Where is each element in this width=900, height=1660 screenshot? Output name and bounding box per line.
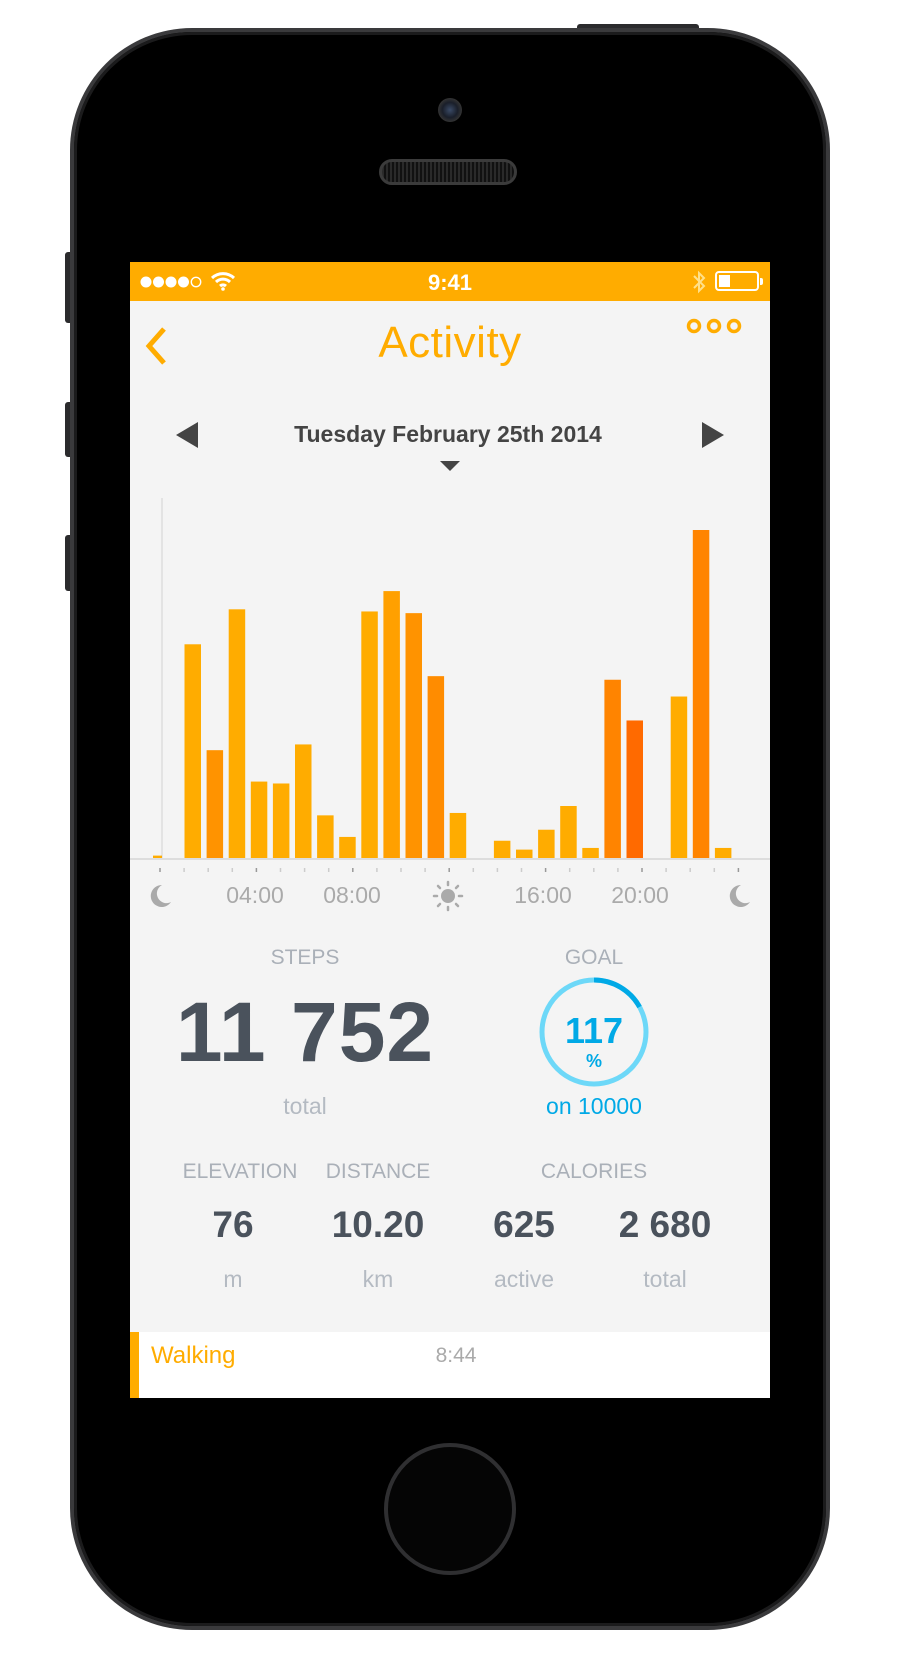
wifi-icon (210, 272, 236, 291)
chart-bar[interactable] (582, 847, 599, 858)
chart-bar[interactable] (604, 679, 621, 858)
chart-bar[interactable] (560, 806, 577, 858)
calories-total-unit: total (643, 1266, 687, 1292)
status-bar: 9:41 (130, 262, 770, 301)
chart-bar[interactable] (206, 750, 224, 858)
triangle-right-icon (702, 422, 724, 448)
goal-percent: 117 (564, 1010, 624, 1051)
moon-icon (150, 884, 171, 907)
chart-bar[interactable] (250, 781, 268, 858)
chart-bar[interactable] (692, 530, 710, 858)
tick-label-1600: 16:00 (514, 882, 572, 908)
tick-label-2000: 20:00 (611, 882, 669, 908)
signal-dot (190, 276, 202, 288)
elevation-value: 76 (212, 1204, 254, 1245)
distance-label: DISTANCE (325, 1160, 431, 1183)
chart-bar[interactable] (272, 783, 290, 858)
triangle-down-icon (440, 461, 460, 471)
more-dots-icon (686, 318, 742, 334)
date-label[interactable]: Tuesday February 25th 2014 (294, 421, 602, 448)
distance-unit: km (362, 1266, 394, 1292)
tick-label-0800: 08:00 (323, 882, 381, 908)
tick-label-0400: 04:00 (226, 882, 284, 908)
date-dropdown-button[interactable] (439, 460, 461, 472)
chart-bar[interactable] (493, 840, 511, 858)
chart-bar[interactable] (626, 720, 644, 858)
goal-percent-sign: % (585, 1051, 603, 1071)
signal-dot (140, 276, 152, 288)
activity-time: 8:44 (435, 1344, 477, 1367)
signal-dot (153, 276, 164, 288)
chart-bar[interactable] (383, 591, 400, 858)
chart-bar[interactable] (361, 611, 378, 858)
chart-bar[interactable] (228, 609, 246, 858)
prev-day-button[interactable] (174, 420, 200, 450)
activity-color-bar (130, 1332, 139, 1398)
goal-ring-progress (593, 977, 642, 1009)
battery-level (719, 275, 730, 287)
chart-bar[interactable] (516, 849, 533, 858)
chart-bar[interactable] (405, 613, 423, 858)
page-title: Activity (378, 318, 522, 367)
chart-bar[interactable] (184, 644, 202, 858)
signal-dot (178, 276, 189, 288)
chart-bar[interactable] (427, 676, 445, 858)
chart-bar[interactable] (538, 829, 555, 858)
activity-bar-chart (130, 498, 770, 872)
chart-bar[interactable] (295, 744, 312, 858)
goal-label: GOAL (564, 946, 624, 969)
chart-bar[interactable] (153, 855, 162, 858)
bluetooth-icon (693, 270, 706, 294)
activity-list-item[interactable]: Walking 8:44 (130, 1332, 770, 1398)
elevation-label: ELEVATION (182, 1160, 298, 1183)
distance-value: 10.20 (331, 1204, 425, 1245)
chevron-left-icon (145, 327, 166, 365)
steps-label: STEPS (270, 946, 340, 969)
chart-bar[interactable] (714, 847, 732, 858)
battery-icon (715, 271, 763, 291)
calories-label: CALORIES (540, 1160, 648, 1183)
home-button[interactable] (384, 1443, 516, 1575)
screen: 9:41 Activity Tuesday February 25th 2014… (130, 262, 770, 1398)
sun-icon (432, 880, 464, 912)
activity-name: Walking (151, 1342, 236, 1369)
moon-icon (729, 884, 750, 907)
signal-dots-icon (140, 276, 202, 288)
goal-target: on 10000 (546, 1093, 642, 1119)
front-camera (438, 98, 462, 122)
status-time: 9:41 (427, 270, 473, 295)
next-day-button[interactable] (700, 420, 726, 450)
chart-bar[interactable] (449, 812, 467, 858)
chart-bar[interactable] (317, 815, 334, 858)
earpiece-speaker (379, 159, 517, 185)
back-button[interactable] (144, 326, 170, 366)
calories-active-value: 625 (493, 1204, 555, 1245)
chart-bar[interactable] (339, 836, 356, 858)
calories-total-value: 2 680 (618, 1204, 712, 1245)
steps-value: 11 752 (175, 985, 435, 1079)
elevation-unit: m (223, 1266, 243, 1292)
steps-unit: total (283, 1093, 327, 1119)
chart-bar[interactable] (670, 696, 688, 858)
calories-active-unit: active (493, 1266, 555, 1292)
more-button[interactable] (686, 316, 742, 336)
triangle-left-icon (176, 422, 198, 448)
signal-dot (165, 276, 177, 288)
